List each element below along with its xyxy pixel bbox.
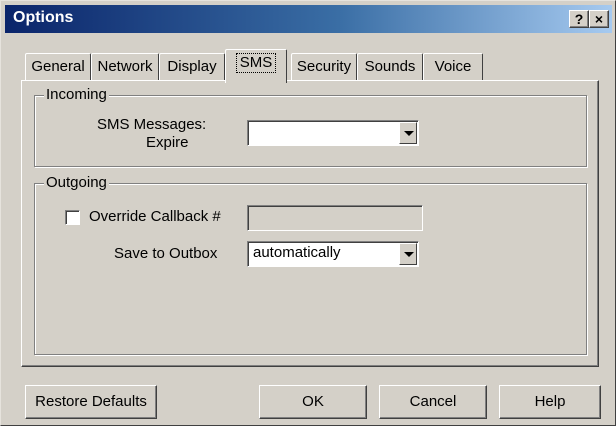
window-title: Options	[13, 9, 74, 26]
tab-display[interactable]: Display	[159, 53, 225, 81]
tab-label: General	[31, 58, 85, 75]
help-button[interactable]: Help	[499, 385, 601, 419]
chevron-down-icon[interactable]	[399, 243, 417, 265]
sms-messages-label: SMS Messages:	[97, 116, 207, 133]
title-bar[interactable]: Options ? ×	[5, 5, 612, 33]
close-icon[interactable]: ×	[589, 10, 609, 28]
callback-number-field	[247, 205, 423, 231]
chevron-down-icon[interactable]	[399, 122, 417, 144]
save-to-outbox-label: Save to Outbox	[114, 245, 218, 262]
tab-general[interactable]: General	[25, 53, 91, 81]
tab-label: Sounds	[364, 58, 416, 75]
help-icon[interactable]: ?	[569, 10, 589, 28]
save-to-outbox-value: automatically	[253, 244, 341, 261]
cancel-button[interactable]: Cancel	[379, 385, 487, 419]
tab-label: SMS	[235, 53, 277, 73]
tab-voice[interactable]: Voice	[423, 53, 483, 81]
tab-security[interactable]: Security	[291, 53, 357, 81]
restore-defaults-button[interactable]: Restore Defaults	[25, 385, 157, 419]
override-callback-checkbox[interactable]	[65, 210, 80, 225]
tab-label: Network	[97, 58, 153, 75]
tab-sounds[interactable]: Sounds	[357, 53, 423, 81]
tab-label: Voice	[434, 58, 472, 75]
options-dialog: Options ? × General Network Display SMS …	[0, 0, 616, 426]
incoming-legend: Incoming	[44, 86, 109, 104]
override-callback-label[interactable]: Override Callback #	[89, 208, 221, 226]
tab-network[interactable]: Network	[91, 53, 159, 81]
expire-dropdown[interactable]	[247, 120, 419, 146]
tab-label: Security	[296, 58, 352, 75]
tab-sms[interactable]: SMS	[225, 49, 287, 83]
outgoing-legend: Outgoing	[44, 174, 109, 192]
save-to-outbox-dropdown[interactable]: automatically	[247, 241, 419, 267]
tab-label: Display	[167, 58, 217, 75]
expire-label: Expire	[146, 134, 189, 151]
ok-button[interactable]: OK	[259, 385, 367, 419]
